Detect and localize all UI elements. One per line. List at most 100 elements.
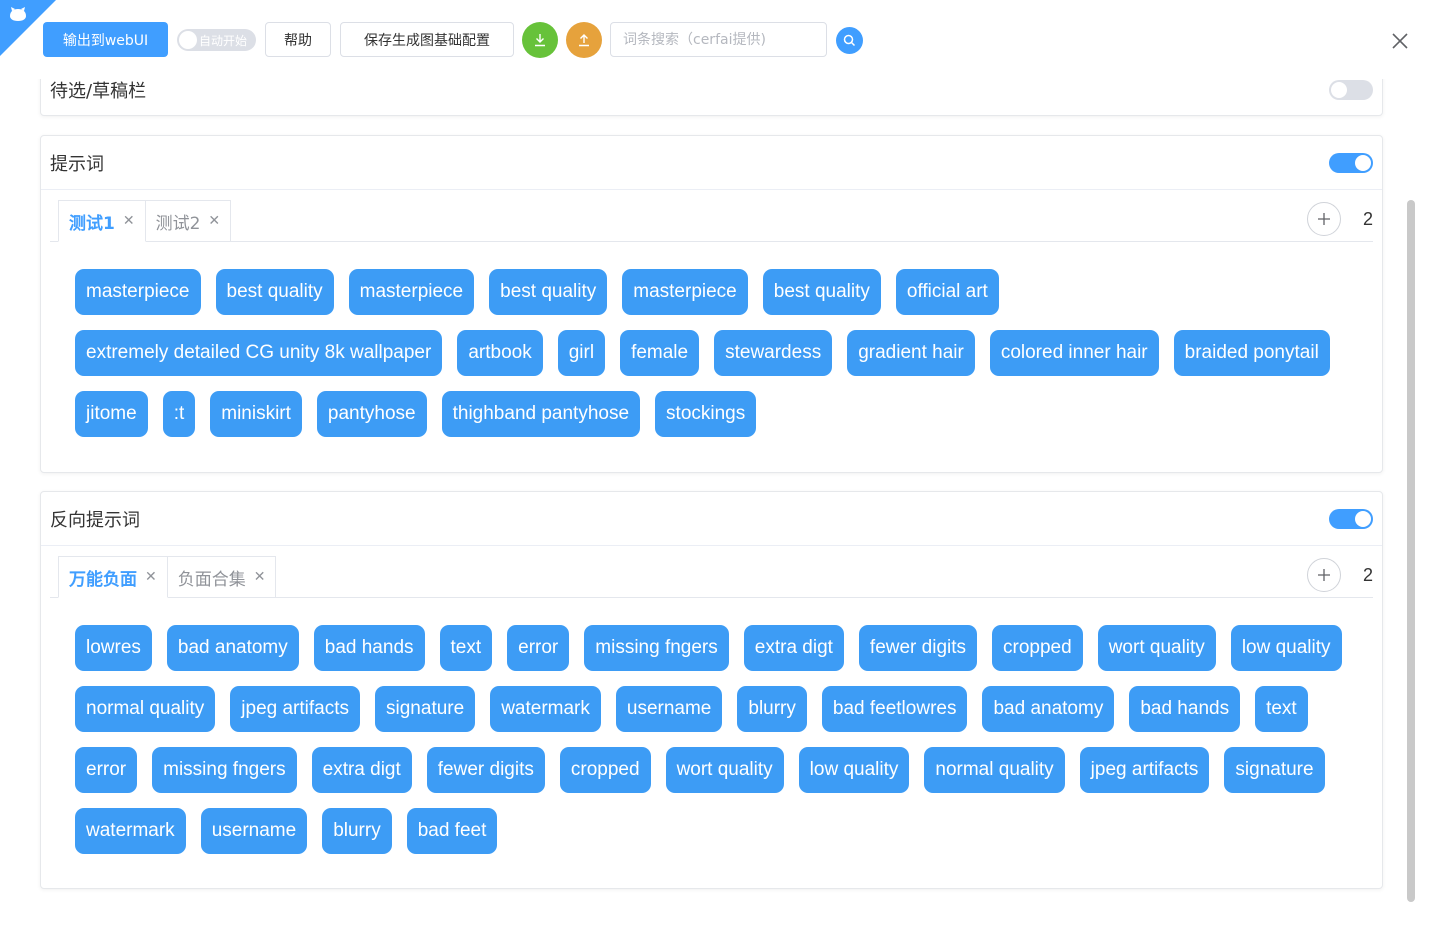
prompt-tag[interactable]: extremely detailed CG unity 8k wallpaper	[75, 330, 443, 376]
prompt-tag[interactable]: bad feet	[406, 808, 498, 854]
prompt-tag[interactable]: female	[620, 330, 700, 376]
search-input[interactable]	[610, 22, 827, 57]
search-button[interactable]	[836, 27, 863, 54]
prompt-header: 提示词	[41, 136, 1382, 190]
close-tab-icon[interactable]: ✕	[254, 569, 266, 585]
add-tab-button[interactable]	[1307, 558, 1341, 592]
prompt-tab-1[interactable]: 测试1 ✕	[58, 200, 146, 242]
prompt-tag-list: masterpiece best quality masterpiece best q…	[41, 242, 1382, 437]
add-tab-button[interactable]	[1307, 202, 1341, 236]
prompt-tag[interactable]: masterpiece	[348, 269, 475, 315]
prompt-tab-2[interactable]: 测试2 ✕	[145, 200, 232, 242]
draft-title: 待选/草稿栏	[50, 81, 147, 102]
prompt-tag[interactable]: bad feetlowres	[821, 686, 968, 732]
prompt-tag[interactable]: best quality	[762, 269, 881, 315]
prompt-tag[interactable]: watermark	[490, 686, 601, 732]
prompt-tag[interactable]: jpeg artifacts	[230, 686, 361, 732]
prompt-tag[interactable]: official art	[895, 269, 999, 315]
prompt-tag[interactable]: girl	[557, 330, 606, 376]
prompt-tag[interactable]: masterpiece	[622, 269, 748, 315]
prompt-tag[interactable]: username	[200, 808, 308, 854]
prompt-tag[interactable]: cropped	[992, 625, 1083, 671]
prompt-tag[interactable]: bad hands	[313, 625, 425, 671]
save-config-button[interactable]: 保存生成图基础配置	[340, 22, 514, 57]
negative-toggle[interactable]	[1329, 508, 1373, 529]
prompt-tag[interactable]: signature	[375, 686, 476, 732]
prompt-tag[interactable]: pantyhose	[316, 391, 427, 437]
prompt-tag[interactable]: fewer digits	[858, 625, 978, 671]
prompt-tag[interactable]: watermark	[75, 808, 186, 854]
prompt-tag[interactable]: cropped	[559, 747, 651, 793]
prompt-tag[interactable]: text	[1255, 686, 1308, 732]
switch-knob	[179, 31, 197, 49]
negative-title: 反向提示词	[50, 509, 140, 531]
prompt-tag[interactable]: jitome	[75, 391, 148, 437]
toggle-knob	[1355, 154, 1371, 171]
prompt-tag[interactable]: extra digt	[743, 625, 844, 671]
prompt-tag[interactable]: low quality	[1230, 625, 1342, 671]
prompt-tag[interactable]: signature	[1224, 747, 1325, 793]
tab-label: 测试2	[155, 213, 201, 234]
prompt-tag[interactable]: lowres	[75, 625, 152, 671]
tab-label: 万能负面	[69, 569, 137, 590]
tab-label: 测试1	[69, 213, 115, 234]
prompt-tag[interactable]: missing fngers	[584, 625, 729, 671]
prompt-tag[interactable]: :t	[162, 391, 196, 437]
prompt-tag[interactable]: jpeg artifacts	[1079, 747, 1210, 793]
plus-icon	[1318, 213, 1330, 225]
prompt-tag[interactable]: thighband pantyhose	[441, 391, 641, 437]
upload-button[interactable]	[566, 22, 602, 58]
prompt-tag[interactable]: username	[615, 686, 723, 732]
prompt-tag[interactable]: braided ponytail	[1173, 330, 1330, 376]
prompt-tag[interactable]: normal quality	[75, 686, 216, 732]
draft-toggle[interactable]	[1329, 80, 1373, 100]
auto-start-switch[interactable]: 自动开始	[177, 29, 256, 51]
prompt-tag[interactable]: blurry	[322, 808, 392, 854]
prompt-tag[interactable]: error	[75, 747, 138, 793]
close-tab-icon[interactable]: ✕	[123, 213, 135, 229]
prompt-tag[interactable]: bad anatomy	[166, 625, 299, 671]
prompt-tag[interactable]: gradient hair	[847, 330, 975, 376]
export-webui-button[interactable]: 输出到webUI	[43, 22, 168, 57]
close-tab-icon[interactable]: ✕	[145, 569, 157, 585]
negative-tabs: 万能负面 ✕ 负面合集 ✕	[58, 556, 277, 598]
toggle-knob	[1331, 82, 1347, 98]
prompt-tag[interactable]: best quality	[215, 269, 334, 315]
negative-section: 反向提示词 万能负面 ✕ 负面合集 ✕ 2 lowres bad anatomy b…	[40, 491, 1383, 889]
prompt-tag[interactable]: low quality	[798, 747, 910, 793]
prompt-tag[interactable]: best quality	[489, 269, 608, 315]
upload-icon	[579, 34, 589, 47]
negative-tab-1[interactable]: 万能负面 ✕	[58, 556, 168, 598]
plus-icon	[1318, 569, 1330, 581]
prompt-tag[interactable]: miniskirt	[210, 391, 302, 437]
prompt-tag[interactable]: wort quality	[665, 747, 784, 793]
prompt-tag[interactable]: normal quality	[924, 747, 1065, 793]
prompt-tag[interactable]: blurry	[737, 686, 807, 732]
github-cat-icon	[10, 7, 26, 21]
prompt-tag[interactable]: bad anatomy	[982, 686, 1115, 732]
download-button[interactable]	[522, 22, 558, 58]
download-icon	[535, 34, 545, 47]
prompt-tag[interactable]: fewer digits	[426, 747, 545, 793]
prompt-tag[interactable]: missing fngers	[152, 747, 297, 793]
close-tab-icon[interactable]: ✕	[208, 213, 220, 229]
auto-start-label: 自动开始	[199, 34, 248, 48]
prompt-tag[interactable]: extra digt	[311, 747, 412, 793]
prompt-tag[interactable]: stockings	[655, 391, 757, 437]
prompt-tag[interactable]: error	[507, 625, 570, 671]
prompt-tag[interactable]: colored inner hair	[989, 330, 1159, 376]
prompt-tag[interactable]: masterpiece	[75, 269, 201, 315]
prompt-tabs: 测试1 ✕ 测试2 ✕	[58, 200, 232, 242]
prompt-tag[interactable]: bad hands	[1129, 686, 1241, 732]
prompt-tag[interactable]: text	[439, 625, 493, 671]
prompt-tag[interactable]: stewardess	[714, 330, 833, 376]
corner-badge[interactable]	[0, 0, 56, 56]
prompt-tag[interactable]: artbook	[457, 330, 543, 376]
scrollbar[interactable]	[1407, 200, 1415, 902]
help-button[interactable]: 帮助	[265, 22, 331, 57]
negative-tabs-bar: 万能负面 ✕ 负面合集 ✕ 2	[50, 546, 1373, 598]
close-button[interactable]	[1387, 28, 1413, 54]
negative-tab-2[interactable]: 负面合集 ✕	[167, 556, 277, 598]
prompt-toggle[interactable]	[1329, 152, 1373, 173]
prompt-tag[interactable]: wort quality	[1097, 625, 1216, 671]
